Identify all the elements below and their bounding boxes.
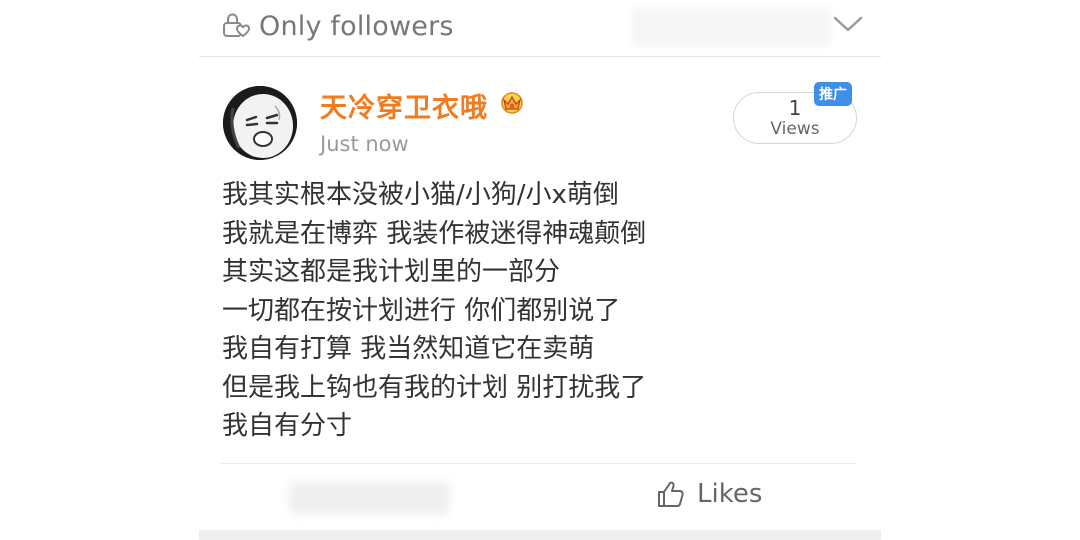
blurred-area [631,8,831,46]
views-label: Views [770,119,820,139]
post-line: 我自有打算 我当然知道它在卖萌 [222,334,595,364]
section-separator [199,530,881,540]
author-name[interactable]: 天冷穿卫衣哦 [320,86,488,125]
divider [199,56,881,57]
lock-people-icon [221,10,253,42]
divider [221,463,857,464]
post-body: 我其实根本没被小猫/小狗/小x萌倒 我就是在博弈 我装作被迷得神魂颠倒 其实这都… [222,176,646,446]
privacy-label: Only followers [259,10,454,42]
like-button[interactable]: Likes [655,478,762,510]
thumbs-up-icon [655,478,687,510]
privacy-setting[interactable]: Only followers [221,6,454,46]
post-line: 但是我上钩也有我的计划 别打扰我了 [222,372,647,403]
post-card: Only followers 天冷穿卫衣哦 Just now 1 Views 推… [199,0,881,540]
post-line: 我就是在博弈 我装作被迷得神魂颠倒 [222,218,647,249]
post-line: 我自有分寸 [222,411,353,441]
post-line: 其实这都是我计划里的一部分 [222,257,561,287]
avatar[interactable] [223,86,297,160]
likes-label: Likes [697,479,763,509]
crown-badge-icon [498,88,528,118]
post-line: 我其实根本没被小猫/小狗/小x萌倒 [222,180,619,210]
blurred-area [289,482,449,514]
promo-badge[interactable]: 推广 [814,82,852,106]
chevron-down-icon[interactable] [832,10,864,38]
post-line: 一切都在按计划进行 你们都别说了 [222,295,621,326]
post-time: Just now [320,132,409,156]
